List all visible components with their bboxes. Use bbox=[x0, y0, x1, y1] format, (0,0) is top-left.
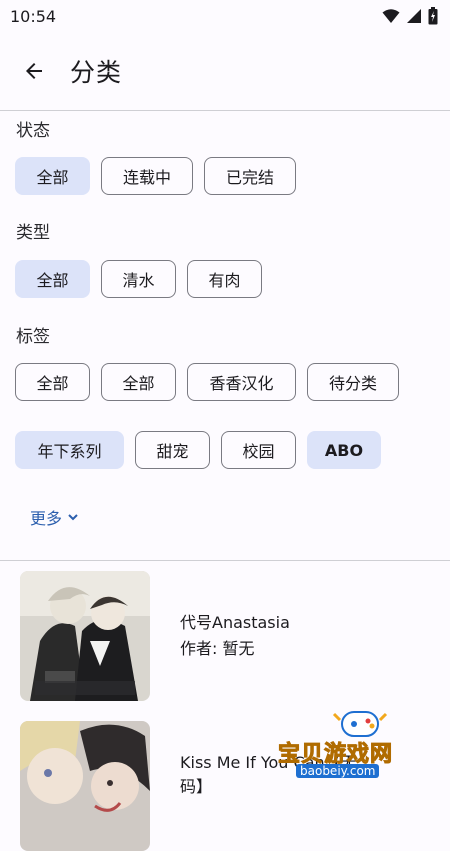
tags-section-label: 标签 bbox=[16, 327, 50, 347]
item-title: 代号Anastasia bbox=[180, 613, 290, 632]
cellular-signal-icon bbox=[407, 9, 421, 23]
divider bbox=[0, 560, 450, 561]
type-chip-clean[interactable]: 清水 bbox=[101, 260, 176, 298]
tag-chip-all[interactable]: 全部 bbox=[15, 363, 90, 401]
tag-chip-sweet[interactable]: 甜宠 bbox=[135, 431, 210, 469]
tags-chip-row-1: 全部 全部 香香汉化 待分类 bbox=[15, 363, 399, 401]
type-chip-mature[interactable]: 有肉 bbox=[187, 260, 262, 298]
tag-chip-unsorted[interactable]: 待分类 bbox=[307, 363, 399, 401]
cover-image bbox=[20, 721, 150, 851]
tag-chip-xiangxiang[interactable]: 香香汉化 bbox=[187, 363, 296, 401]
chevron-down-icon bbox=[68, 514, 78, 521]
status-chip-completed[interactable]: 已完结 bbox=[204, 157, 296, 195]
back-button[interactable] bbox=[14, 51, 54, 91]
more-label: 更多 bbox=[30, 509, 63, 528]
status-icons bbox=[382, 7, 438, 25]
tags-chip-row-2: 年下系列 甜宠 校园 ABO bbox=[15, 431, 381, 469]
cover-image bbox=[20, 571, 150, 701]
status-chip-row: 全部 连载中 已完结 bbox=[15, 157, 296, 195]
watermark-url: baobeiy.com bbox=[296, 764, 380, 778]
type-chip-row: 全部 清水 有肉 bbox=[15, 260, 262, 298]
status-time: 10:54 bbox=[10, 6, 57, 26]
tag-chip-younger[interactable]: 年下系列 bbox=[15, 431, 124, 469]
battery-icon bbox=[428, 7, 438, 25]
wifi-icon bbox=[382, 9, 400, 23]
status-section-label: 状态 bbox=[16, 121, 50, 141]
type-section-label: 类型 bbox=[16, 223, 50, 243]
item-author: 作者: 暂无 bbox=[180, 639, 255, 658]
watermark-logo: 宝贝游戏网 baobeiy.com bbox=[270, 702, 450, 800]
arrow-back-icon bbox=[26, 63, 42, 79]
tag-chip-campus[interactable]: 校园 bbox=[221, 431, 296, 469]
list-item[interactable]: 代号Anastasia 作者: 暂无 bbox=[20, 571, 440, 701]
page-title: 分类 bbox=[70, 58, 123, 87]
tag-chip-abo[interactable]: ABO bbox=[307, 431, 381, 469]
status-chip-all[interactable]: 全部 bbox=[15, 157, 90, 195]
tag-chip-all-2[interactable]: 全部 bbox=[101, 363, 176, 401]
list-item-text: 代号Anastasia 作者: 暂无 bbox=[180, 571, 290, 701]
status-chip-ongoing[interactable]: 连载中 bbox=[101, 157, 193, 195]
type-chip-all[interactable]: 全部 bbox=[15, 260, 90, 298]
app-bar: 分类 bbox=[0, 32, 450, 111]
more-button[interactable]: 更多 bbox=[30, 505, 79, 529]
status-bar: 10:54 bbox=[0, 0, 450, 32]
